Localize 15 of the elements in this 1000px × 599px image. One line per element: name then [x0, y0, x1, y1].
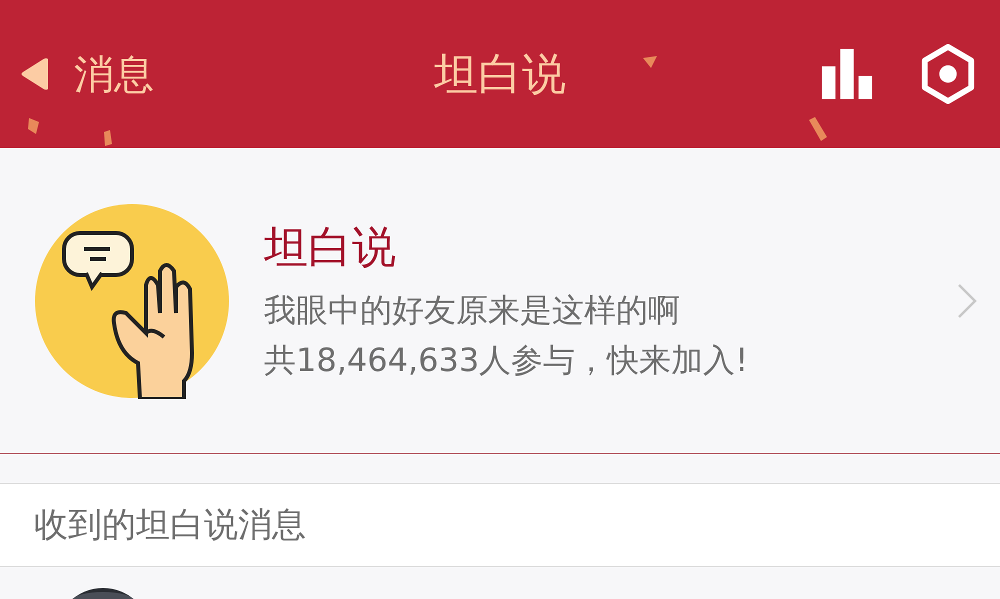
bar-chart-icon[interactable]	[820, 47, 874, 101]
feature-card[interactable]: 坦白说 我眼中的好友原来是这样的啊 共18,464,633人参与，快来加入!	[0, 148, 1000, 454]
section-title: 收到的坦白说消息	[34, 504, 306, 547]
feature-subtitle: 我眼中的好友原来是这样的啊	[264, 290, 681, 331]
hand-speech-icon	[34, 202, 230, 398]
confetti-piece	[28, 118, 40, 134]
back-button[interactable]: 消息	[20, 46, 154, 102]
participants-count: 共18,464,633人参与，快来加入!	[264, 340, 750, 381]
feature-title: 坦白说	[264, 221, 397, 275]
chevron-right-icon	[956, 282, 978, 318]
back-icon	[20, 57, 50, 91]
confetti-piece	[808, 117, 828, 141]
page-title: 坦白说	[434, 48, 566, 102]
confetti-piece	[103, 130, 113, 146]
confetti-piece	[643, 56, 657, 68]
